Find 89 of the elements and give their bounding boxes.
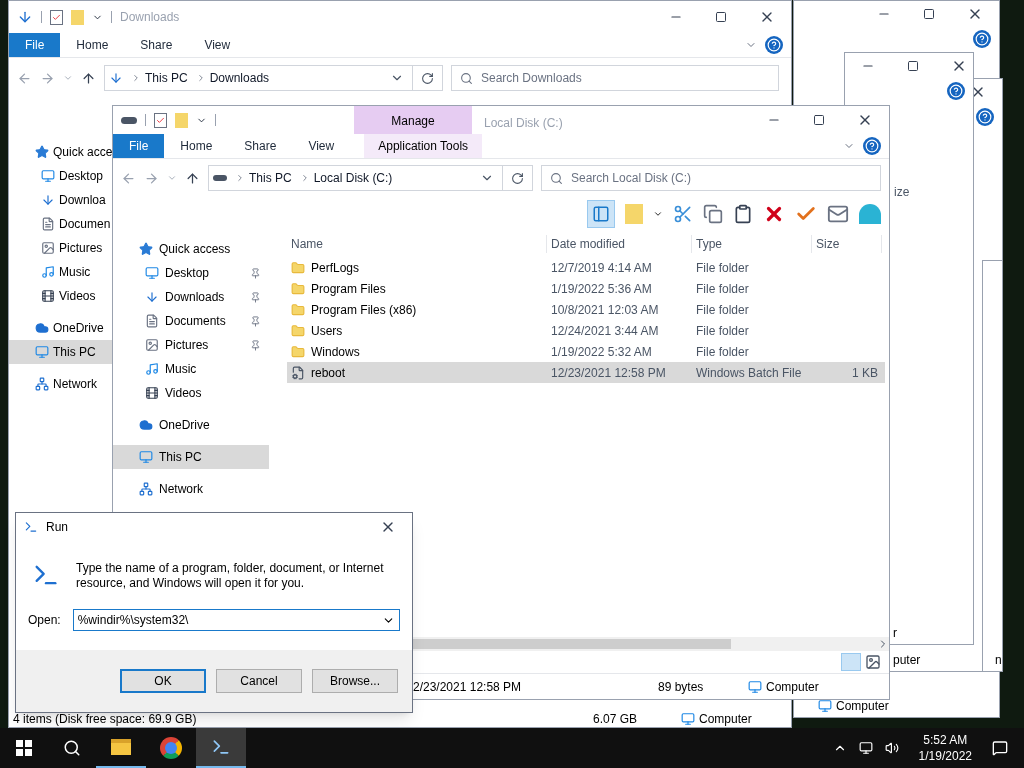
file-name: Program Files [311,280,386,298]
search-field[interactable]: Search Local Disk (C:) [541,165,881,191]
context-tab[interactable]: Manage [354,106,472,134]
nav-item[interactable]: Pictures [9,236,113,260]
nav-item[interactable]: This PC [113,445,269,469]
clock-time[interactable]: 5:52 AM [923,732,968,748]
nav-item[interactable]: OneDrive [113,413,269,437]
file-row[interactable]: Program Files 1/19/2022 5:36 AM File folder [287,278,885,299]
window-title: Downloads [120,9,180,26]
ribbon-tab[interactable]: Home [164,134,229,158]
dialog-button[interactable]: OK [120,669,206,693]
clock-date[interactable]: 1/19/2022 [918,748,972,764]
dialog-description: Type the name of a program, folder, document, or Internet resource, and Windows will open it for you. [76,561,385,591]
ribbon-tab[interactable]: Home [60,33,125,57]
nav-item[interactable]: Music [9,260,113,284]
nav-item[interactable]: Documen [9,212,113,236]
dialog-button[interactable]: Browse... [312,669,398,693]
nav-item[interactable]: Quick acce [9,140,113,164]
file-row[interactable]: Users 12/24/2021 3:44 AM File folder [287,320,885,341]
type-cell-text: File folder [695,322,750,340]
nav-item[interactable]: Desktop [113,261,269,285]
column-header[interactable]: Name [287,235,547,253]
status-location: puter [893,652,921,669]
date-cell-text: 10/8/2021 12:03 AM [550,301,660,319]
status-location: Computer [836,698,889,715]
window-title: Local Disk (C:) [483,115,563,132]
type-cell-text: File folder [695,343,750,361]
column-header[interactable]: Type [692,235,812,253]
address-bar[interactable]: This PC Local Disk (C:) [208,165,533,191]
nav-item[interactable]: OneDrive [9,316,113,340]
open-field[interactable]: %windir%\system32\ [72,609,400,631]
date-cell-text: 1/19/2022 5:36 AM [550,280,653,298]
status-size: 6.07 GB [593,712,639,726]
search-field[interactable]: Search Downloads [451,65,779,91]
file-name: PerfLogs [311,259,360,277]
status-date: 2/23/2021 12:58 PM [413,678,523,696]
ribbon-tab[interactable]: Share [228,134,293,158]
context-group-tab[interactable]: Application Tools [364,134,483,158]
file-name: Users [311,322,343,340]
file-name: reboot [311,364,346,382]
type-cell-text: File folder [695,259,750,277]
nav-item[interactable]: Quick access [113,237,269,261]
status-location: Computer [766,678,819,696]
dialog-button[interactable]: Cancel [216,669,302,693]
dialog-title: Run [46,519,68,536]
date-cell-text: 12/24/2021 3:44 AM [550,322,660,340]
file-row[interactable]: Program Files (x86) 10/8/2021 12:03 AM File folder [287,299,885,320]
date-cell-text: 1/19/2022 5:32 AM [550,343,653,361]
ribbon-tab[interactable]: File [113,134,165,158]
status-location: n [995,652,1002,669]
nav-item[interactable]: Downloa [9,188,113,212]
open-label: Open: [28,612,61,629]
status-text: 4 items (Disk free space: 69.9 GB) [13,712,197,726]
address-bar[interactable]: This PC Downloads [104,65,443,91]
nav-item[interactable]: Network [9,372,113,396]
nav-item[interactable]: Pictures [113,333,269,357]
type-cell-text: File folder [695,280,750,298]
column-header[interactable]: ize [894,183,910,201]
breadcrumb-item[interactable]: Downloads [209,69,270,87]
nav-item[interactable]: Videos [113,381,269,405]
file-name: Program Files (x86) [311,301,417,319]
breadcrumb-item[interactable]: This PC [249,169,292,187]
file-row[interactable]: reboot 12/23/2021 12:58 PM Windows Batch File 1 KB [287,362,885,383]
date-cell-text: 12/7/2019 4:14 AM [550,259,653,277]
nav-item[interactable]: Desktop [9,164,113,188]
type-cell-text: Windows Batch File [695,364,803,382]
file-name: Windows [311,343,360,361]
nav-item[interactable]: Videos [9,284,113,308]
breadcrumb-item[interactable]: Local Disk (C:) [313,169,393,187]
ribbon-tab[interactable]: View [188,33,247,57]
ribbon-tab[interactable]: File [9,33,61,57]
breadcrumb-item[interactable]: This PC [145,69,188,87]
status-location: Computer [699,712,752,726]
nav-item[interactable]: Downloads [113,285,269,309]
ribbon-tab[interactable]: View [292,134,351,158]
column-header[interactable]: Size [812,235,882,253]
file-row[interactable]: Windows 1/19/2022 5:32 AM File folder [287,341,885,362]
file-row[interactable]: PerfLogs 12/7/2019 4:14 AM File folder [287,257,885,278]
type-cell-text: File folder [695,301,750,319]
status-location: r [893,625,897,642]
status-size: 89 bytes [658,678,705,696]
nav-item[interactable]: Documents [113,309,269,333]
nav-item[interactable]: This PC [9,340,113,364]
size-cell-text: 1 KB [851,364,879,382]
nav-item[interactable]: Music [113,357,269,381]
nav-item[interactable]: Network [113,477,269,501]
ribbon-tab[interactable]: Share [124,33,189,57]
date-cell-text: 12/23/2021 12:58 PM [550,364,667,382]
column-header[interactable]: Date modified [547,235,692,253]
